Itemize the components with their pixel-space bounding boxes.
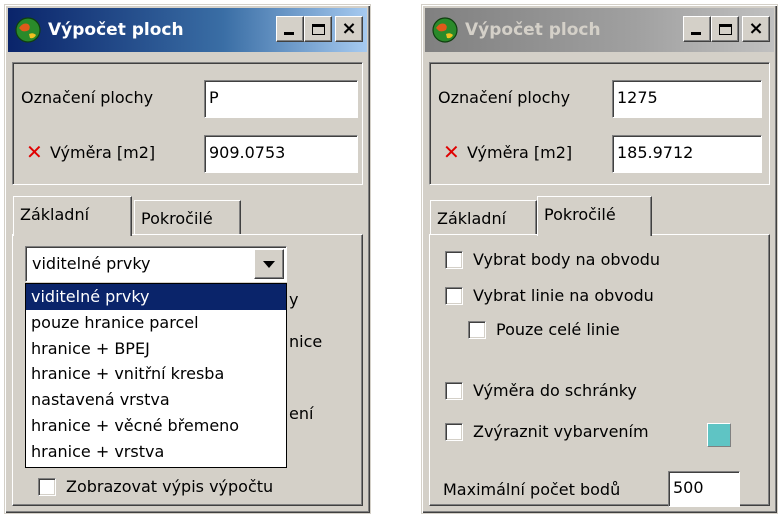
- tab-zakladni[interactable]: Základní: [13, 196, 132, 236]
- tab-zakladni[interactable]: Základní: [430, 200, 537, 236]
- minimize-icon: [284, 32, 294, 35]
- checkbox-box[interactable]: [468, 320, 486, 339]
- whole-lines-only-checkbox[interactable]: Pouze celé linie: [468, 320, 620, 339]
- checkbox-label: Vybrat linie na obvodu: [473, 286, 654, 305]
- checkbox-label: Pouze celé linie: [496, 320, 620, 339]
- minimize-icon: [691, 32, 701, 35]
- dropdown-option[interactable]: viditelné prvky: [26, 284, 286, 310]
- maximize-icon: [311, 23, 325, 35]
- checkbox-box[interactable]: [445, 422, 463, 441]
- dropdown-option[interactable]: hranice + BPEJ: [26, 336, 286, 362]
- dropdown-list[interactable]: viditelné prvky pouze hranice parcel hra…: [25, 283, 287, 468]
- title-bar[interactable]: Výpočet ploch ×: [8, 8, 367, 52]
- window-title: Výpočet ploch: [48, 20, 184, 40]
- checkbox-label: Výměra do schránky: [473, 381, 637, 400]
- dropdown-button[interactable]: [254, 249, 284, 279]
- checkbox-box[interactable]: [445, 381, 463, 400]
- error-x-icon: ✕: [26, 140, 43, 164]
- select-lines-checkbox[interactable]: Vybrat linie na obvodu: [445, 286, 654, 305]
- app-globe-icon: [432, 17, 458, 43]
- designation-input[interactable]: 1275: [612, 80, 762, 118]
- close-button[interactable]: ×: [335, 16, 363, 42]
- close-icon: ×: [341, 18, 357, 39]
- checkbox-box[interactable]: [445, 286, 463, 305]
- select-value: viditelné prvky: [32, 254, 151, 273]
- fields-group: Označení plochy 1275 ✕ Výměra [m2] 185.9…: [429, 62, 770, 185]
- area-input[interactable]: 909.0753: [204, 135, 358, 173]
- dropdown-option[interactable]: hranice + vrstva: [26, 439, 286, 465]
- app-globe-icon: [15, 17, 41, 43]
- maximize-button[interactable]: [304, 16, 332, 42]
- dropdown-option[interactable]: hranice + věcné břemeno: [26, 413, 286, 439]
- max-points-label: Maximální počet bodů: [443, 480, 621, 499]
- hidden-option-text: y: [289, 290, 299, 309]
- dropdown-option[interactable]: hranice + vnitřní kresba: [26, 361, 286, 387]
- maximize-icon: [718, 23, 732, 35]
- checkbox-label: Zobrazovat výpis výpočtu: [66, 477, 274, 496]
- area-label: Výměra [m2]: [50, 143, 156, 162]
- area-to-clipboard-checkbox[interactable]: Výměra do schránky: [445, 381, 637, 400]
- error-x-icon: ✕: [443, 140, 460, 164]
- tab-pokrocile[interactable]: Pokročilé: [134, 200, 241, 236]
- checkbox-box[interactable]: [38, 477, 56, 496]
- dropdown-option[interactable]: pouze hranice parcel: [26, 310, 286, 336]
- tab-panel: [429, 234, 770, 506]
- designation-input[interactable]: P: [204, 80, 358, 118]
- hidden-option-text: nice: [289, 332, 323, 351]
- minimize-button[interactable]: [683, 16, 711, 42]
- close-button[interactable]: ×: [742, 16, 770, 42]
- designation-label: Označení plochy: [21, 88, 154, 107]
- tab-pokrocile[interactable]: Pokročilé: [537, 196, 652, 236]
- highlight-color-checkbox[interactable]: Zvýraznit vybarvením: [445, 422, 649, 441]
- checkbox-label: Zvýraznit vybarvením: [473, 422, 649, 441]
- chevron-down-icon: [263, 260, 275, 268]
- close-icon: ×: [748, 18, 764, 39]
- show-calc-log-checkbox[interactable]: Zobrazovat výpis výpočtu: [38, 477, 273, 496]
- title-bar[interactable]: Výpočet ploch ×: [425, 8, 774, 52]
- area-label: Výměra [m2]: [467, 143, 573, 162]
- dropdown-option[interactable]: nastavená vrstva: [26, 387, 286, 413]
- highlight-color-swatch[interactable]: [707, 423, 731, 447]
- area-input[interactable]: 185.9712: [612, 135, 762, 173]
- max-points-input[interactable]: 500: [668, 471, 740, 507]
- window-area-calc-inactive: Výpočet ploch × Označení plochy 1275 ✕ V…: [421, 4, 778, 514]
- checkbox-label: Vybrat body na obvodu: [473, 250, 661, 269]
- layer-mode-select[interactable]: viditelné prvky: [25, 246, 287, 282]
- designation-label: Označení plochy: [438, 88, 571, 107]
- hidden-option-text: ení: [289, 404, 314, 423]
- minimize-button[interactable]: [276, 16, 304, 42]
- checkbox-box[interactable]: [445, 250, 463, 269]
- select-points-checkbox[interactable]: Vybrat body na obvodu: [445, 250, 660, 269]
- window-title: Výpočet ploch: [465, 20, 601, 40]
- maximize-button[interactable]: [711, 16, 739, 42]
- fields-group: Označení plochy P ✕ Výměra [m2] 909.0753: [12, 62, 363, 185]
